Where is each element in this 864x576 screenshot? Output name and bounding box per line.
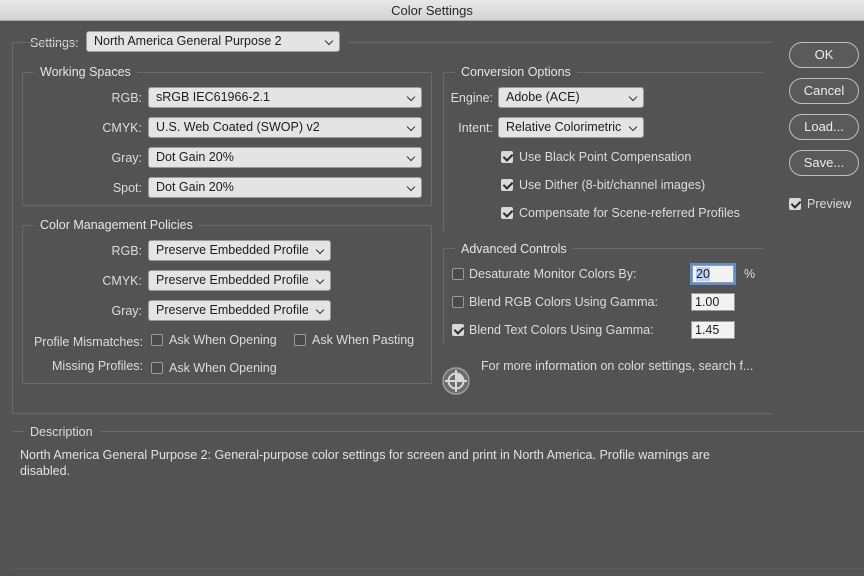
main-frame-bottom [12, 413, 773, 414]
settings-divider-right [348, 42, 773, 43]
settings-dropdown[interactable]: North America General Purpose 2 [86, 31, 340, 52]
ok-button[interactable]: OK [789, 42, 859, 68]
main-frame-left [12, 42, 13, 413]
blend-text-input[interactable]: 1.45 [691, 321, 735, 339]
pol-cmyk-label: CMYK: [102, 274, 142, 288]
desaturate-checkbox[interactable] [452, 268, 464, 280]
ws-gray-value: Dot Gain 20% [156, 150, 234, 164]
ws-rgb-dropdown[interactable]: sRGB IEC61966-2.1 [148, 87, 422, 108]
conversion-title: Conversion Options [455, 65, 577, 79]
description-title: Description [30, 425, 93, 439]
ws-gray-label: Gray: [111, 151, 142, 165]
blend-text-label: Blend Text Colors Using Gamma: [469, 323, 654, 337]
description-frame-bottom [12, 568, 864, 569]
policies-title: Color Management Policies [34, 218, 199, 232]
scene-referred-checkbox[interactable] [501, 207, 513, 219]
profile-mismatches-label: Profile Mismatches: [33, 335, 143, 349]
chevron-down-icon [628, 122, 638, 132]
pol-cmyk-value: Preserve Embedded Profiles [156, 273, 308, 287]
desaturate-input[interactable]: 20 [692, 265, 734, 283]
working-spaces-title: Working Spaces [34, 65, 137, 79]
percent-label: % [744, 267, 756, 281]
ask-when-opening-label: Ask When Opening [169, 333, 277, 347]
ws-rgb-value: sRGB IEC61966-2.1 [156, 90, 270, 104]
window-titlebar: Color Settings [0, 0, 864, 21]
blend-rgb-checkbox[interactable] [452, 296, 464, 308]
ask-when-pasting-label: Ask When Pasting [312, 333, 415, 347]
preview-label: Preview [807, 197, 852, 211]
pol-rgb-label: RGB: [111, 244, 142, 258]
blend-rgb-input[interactable]: 1.00 [691, 293, 735, 311]
ws-spot-value: Dot Gain 20% [156, 180, 234, 194]
chevron-down-icon [315, 245, 325, 255]
dither-checkbox[interactable] [501, 179, 513, 191]
engine-value: Adobe (ACE) [506, 90, 580, 104]
ask-when-opening-checkbox[interactable] [151, 334, 163, 346]
scene-referred-label: Compensate for Scene-referred Profiles [519, 206, 740, 220]
color-settings-info-icon [442, 367, 470, 395]
ws-cmyk-dropdown[interactable]: U.S. Web Coated (SWOP) v2 [148, 117, 422, 138]
settings-dropdown-value: North America General Purpose 2 [94, 34, 282, 48]
load-button[interactable]: Load... [789, 114, 859, 140]
ws-cmyk-value: U.S. Web Coated (SWOP) v2 [156, 120, 320, 134]
chevron-down-icon [406, 122, 416, 132]
desaturate-label: Desaturate Monitor Colors By: [469, 267, 637, 281]
pol-cmyk-dropdown[interactable]: Preserve Embedded Profiles [148, 270, 331, 291]
pol-gray-value: Preserve Embedded Profiles [156, 303, 308, 317]
ws-gray-dropdown[interactable]: Dot Gain 20% [148, 147, 422, 168]
engine-dropdown[interactable]: Adobe (ACE) [498, 87, 644, 108]
description-text: North America General Purpose 2: General… [20, 448, 710, 478]
preview-checkbox[interactable] [789, 198, 801, 210]
ws-spot-dropdown[interactable]: Dot Gain 20% [148, 177, 422, 198]
black-point-checkbox[interactable] [501, 151, 513, 163]
ws-spot-label: Spot: [112, 181, 142, 195]
ask-when-pasting-checkbox[interactable] [294, 334, 306, 346]
missing-profiles-label: Missing Profiles: [52, 359, 143, 373]
chevron-down-icon [315, 275, 325, 285]
chevron-down-icon [628, 92, 638, 102]
dither-label: Use Dither (8-bit/channel images) [519, 178, 706, 192]
chevron-down-icon [406, 152, 416, 162]
chevron-down-icon [324, 36, 334, 46]
blend-rgb-label: Blend RGB Colors Using Gamma: [469, 295, 658, 309]
pol-gray-dropdown[interactable]: Preserve Embedded Profiles [148, 300, 331, 321]
desaturate-value: 20 [696, 267, 710, 281]
chevron-down-icon [406, 182, 416, 192]
settings-divider-left [12, 42, 78, 43]
pol-rgb-dropdown[interactable]: Preserve Embedded Profiles [148, 240, 331, 261]
missing-ask-when-opening-label: Ask When Opening [169, 361, 277, 375]
chevron-down-icon [406, 92, 416, 102]
blend-text-checkbox[interactable] [452, 324, 464, 336]
intent-value: Relative Colorimetric [506, 120, 621, 134]
info-text: For more information on color settings, … [481, 359, 754, 373]
pol-rgb-value: Preserve Embedded Profiles [156, 243, 308, 257]
description-divider-right [101, 431, 864, 432]
cancel-button[interactable]: Cancel [789, 78, 859, 104]
intent-label: Intent: [458, 121, 493, 135]
intent-dropdown[interactable]: Relative Colorimetric [498, 117, 644, 138]
settings-label: Settings: [30, 36, 79, 50]
description-divider-left [12, 431, 24, 432]
black-point-label: Use Black Point Compensation [519, 150, 692, 164]
engine-label: Engine: [450, 91, 493, 105]
missing-ask-when-opening-checkbox[interactable] [151, 362, 163, 374]
chevron-down-icon [315, 305, 325, 315]
ws-rgb-label: RGB: [111, 91, 142, 105]
ws-cmyk-label: CMYK: [102, 121, 142, 135]
save-button[interactable]: Save... [789, 150, 859, 176]
advanced-title: Advanced Controls [455, 242, 573, 256]
pol-gray-label: Gray: [111, 304, 142, 318]
